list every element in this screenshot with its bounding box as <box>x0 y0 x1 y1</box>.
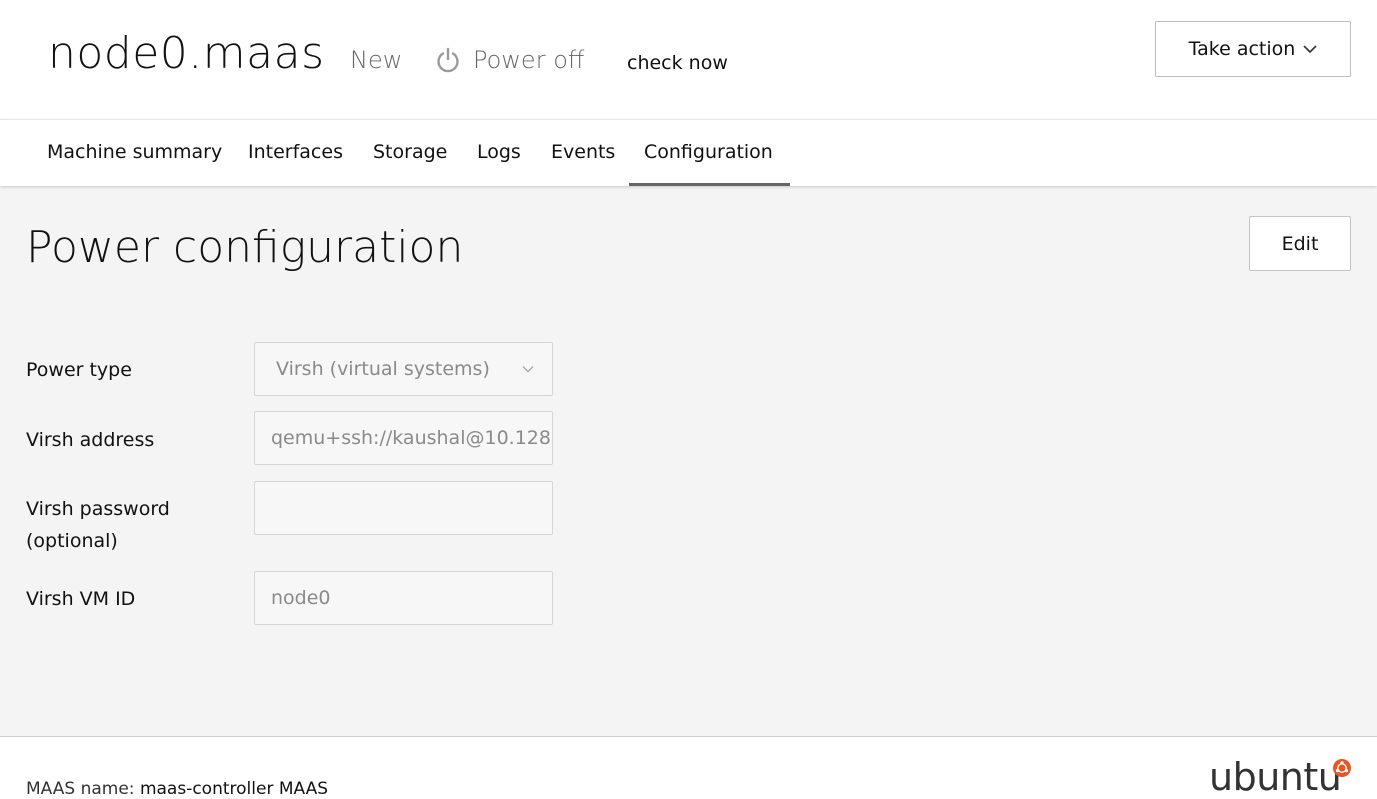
virsh-address-label: Virsh address <box>26 429 155 451</box>
tab-configuration[interactable]: Configuration <box>629 120 790 186</box>
virsh-vm-id-label: Virsh VM ID <box>26 588 136 610</box>
tab-logs[interactable]: Logs <box>462 120 536 186</box>
ubuntu-circle-of-friends-icon <box>1333 759 1351 777</box>
maas-name: MAAS name: maas-controller MAAS <box>26 779 328 799</box>
virsh-password-label-line1: Virsh password <box>26 498 170 520</box>
chevron-down-icon <box>1303 45 1317 54</box>
power-icon <box>437 47 459 73</box>
footer: MAAS name: maas-controller MAAS ubuntu <box>0 736 1377 799</box>
take-action-button[interactable]: Take action <box>1155 21 1351 77</box>
check-now-link[interactable]: check now <box>627 52 728 74</box>
tab-machine-summary[interactable]: Machine summary <box>32 120 237 186</box>
power-type-label: Power type <box>26 359 132 381</box>
page-title: Power configuration <box>26 222 464 273</box>
power-state: Power off <box>473 46 585 74</box>
tab-events[interactable]: Events <box>536 120 630 186</box>
virsh-vm-id-input[interactable]: node0 <box>254 571 553 625</box>
tab-interfaces[interactable]: Interfaces <box>233 120 358 186</box>
virsh-address-input[interactable]: qemu+ssh://kaushal@10.128 <box>254 411 553 465</box>
virsh-password-label: Virsh password (optional) <box>26 493 170 557</box>
virsh-password-label-line2: (optional) <box>26 530 118 552</box>
maas-name-label: MAAS name: <box>26 779 135 799</box>
take-action-label: Take action <box>1188 38 1296 60</box>
ubuntu-logo: ubuntu <box>1209 755 1342 799</box>
maas-name-value: maas-controller MAAS <box>139 779 329 799</box>
chevron-down-icon <box>522 366 534 373</box>
power-type-value: Virsh (virtual systems) <box>276 358 490 380</box>
machine-header: node0.maas New Power off check now Take … <box>0 0 1377 119</box>
tab-storage[interactable]: Storage <box>358 120 462 186</box>
edit-button[interactable]: Edit <box>1249 216 1351 271</box>
virsh-password-input[interactable] <box>254 481 553 535</box>
machine-status: New <box>350 46 403 74</box>
power-type-select[interactable]: Virsh (virtual systems) <box>254 342 553 396</box>
main-content: Power configuration Edit Power type Virs… <box>0 186 1377 736</box>
machine-tabs: Machine summary Interfaces Storage Logs … <box>0 119 1377 186</box>
machine-name: node0.maas <box>48 28 325 79</box>
